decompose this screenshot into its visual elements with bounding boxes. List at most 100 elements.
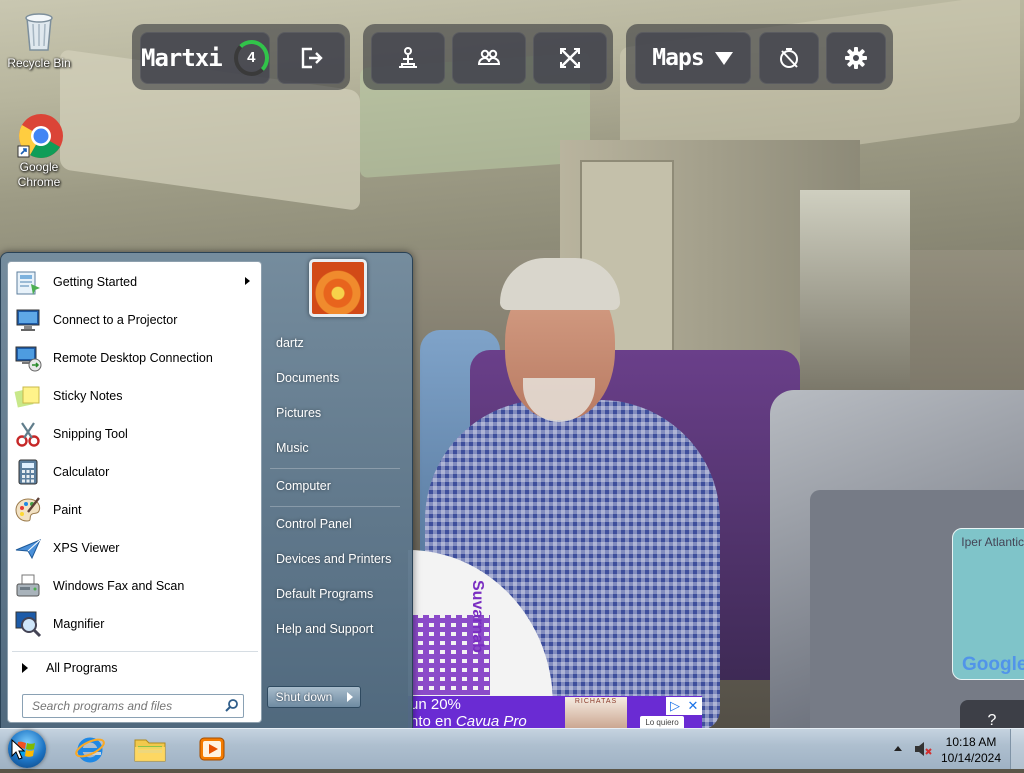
logout-icon: [301, 47, 323, 69]
help-button[interactable]: ?: [960, 700, 1024, 730]
toolbar-mode-group: [363, 24, 613, 90]
program-snipping-tool[interactable]: Snipping Tool: [12, 416, 258, 452]
ad-close-icon[interactable]: ✕: [684, 697, 702, 715]
start-search-box[interactable]: [22, 694, 244, 718]
chevron-down-icon: [714, 52, 733, 65]
compass-off-icon: [780, 48, 798, 68]
level-badge: 4: [233, 40, 269, 76]
taskbar-file-explorer[interactable]: [128, 732, 172, 766]
file-explorer-icon: [134, 739, 166, 762]
search-input[interactable]: [30, 695, 224, 717]
desktop-icon-label: Recycle Bin: [7, 56, 71, 70]
remote-desktop-icon: [12, 342, 44, 374]
settings-button[interactable]: [826, 32, 886, 84]
snipping-tool-icon: [12, 418, 44, 450]
submenu-arrow-icon: [245, 277, 250, 285]
magnifier-icon: [12, 608, 44, 640]
calculator-icon: [12, 456, 44, 488]
program-connect-to-projector[interactable]: Connect to a Projector: [12, 302, 258, 338]
show-desktop-button[interactable]: [1010, 729, 1024, 769]
volume-muted-icon[interactable]: [914, 741, 932, 762]
shutdown-options-button[interactable]: [340, 686, 361, 708]
start-link-computer[interactable]: Computer: [276, 479, 331, 493]
internet-explorer-icon: [75, 737, 105, 763]
fax-scan-icon: [12, 570, 44, 602]
program-paint[interactable]: Paint: [12, 492, 258, 528]
taskbar-internet-explorer[interactable]: [68, 732, 112, 766]
ad-info-icon[interactable]: ▷: [666, 697, 684, 715]
start-link-default-programs[interactable]: Default Programs: [276, 587, 373, 601]
paint-icon: [12, 494, 44, 526]
taskbar-media-player[interactable]: [190, 732, 234, 766]
logout-button[interactable]: [277, 32, 345, 84]
program-label: XPS Viewer: [53, 541, 120, 555]
person-hair: [500, 258, 620, 310]
program-label: Remote Desktop Connection: [53, 351, 213, 365]
program-label: Windows Fax and Scan: [53, 579, 185, 593]
clock-date: 10/14/2024: [940, 751, 1002, 765]
search-icon: [225, 698, 239, 715]
program-label: Calculator: [53, 465, 110, 479]
sticky-notes-icon: [12, 380, 44, 412]
user-profile-button[interactable]: Martxi 4: [140, 32, 270, 84]
program-calculator[interactable]: Calculator: [12, 454, 258, 490]
start-link-devices-printers[interactable]: Devices and Printers: [276, 552, 391, 566]
program-getting-started[interactable]: Getting Started: [12, 264, 258, 300]
arrow-right-icon: [22, 663, 28, 673]
toolbar-map-group: Maps: [626, 24, 893, 90]
divider: [270, 506, 400, 507]
desktop-icon-recycle-bin[interactable]: Recycle Bin: [1, 8, 77, 71]
group-icon: [477, 49, 501, 65]
mouse-cursor-icon: [11, 739, 25, 760]
toolbar-user-group: Martxi 4: [132, 24, 350, 90]
chrome-icon: [17, 112, 63, 158]
maps-dropdown[interactable]: Maps: [635, 32, 751, 84]
program-label: Snipping Tool: [53, 427, 128, 441]
start-link-help-support[interactable]: Help and Support: [276, 622, 373, 636]
user-account-picture[interactable]: [309, 259, 367, 317]
system-clock[interactable]: 10:18 AM 10/14/2024: [940, 734, 1002, 766]
start-link-user[interactable]: dartz: [276, 336, 304, 350]
start-link-music[interactable]: Music: [276, 441, 309, 455]
program-label: Sticky Notes: [53, 389, 123, 403]
battle-mode-button[interactable]: [533, 32, 607, 84]
galley-equipment: [800, 190, 910, 390]
taskbar: 10:18 AM 10/14/2024: [0, 728, 1024, 769]
person-pin-button[interactable]: [371, 32, 445, 84]
media-player-icon: [199, 737, 225, 761]
all-programs-label: All Programs: [46, 661, 118, 675]
getting-started-icon: [12, 266, 44, 298]
program-windows-fax-scan[interactable]: Windows Fax and Scan: [12, 568, 258, 604]
minimap-label: Iper Atlantic: [961, 535, 1024, 549]
gear-icon: [845, 47, 867, 69]
start-link-pictures[interactable]: Pictures: [276, 406, 321, 420]
show-hidden-icons-button[interactable]: [894, 746, 902, 751]
shutdown-button[interactable]: Shut down: [267, 686, 341, 708]
projector-icon: [12, 304, 44, 336]
ad-line1: un 20%: [410, 696, 461, 713]
group-button[interactable]: [452, 32, 526, 84]
ad-text: un 20% nto en Cavua Pro: [410, 696, 527, 730]
divider: [270, 468, 400, 469]
person-pin-icon: [399, 47, 417, 68]
desktop-icon-google-chrome[interactable]: Google Chrome: [1, 112, 77, 190]
google-logo: Google: [962, 654, 1024, 675]
program-remote-desktop[interactable]: Remote Desktop Connection: [12, 340, 258, 376]
program-label: Getting Started: [53, 275, 138, 289]
ad-image-label: RICHATAS: [574, 698, 618, 705]
xps-viewer-icon: [12, 532, 44, 564]
start-menu: Getting Started Connect to a Projector R…: [0, 252, 413, 730]
cross-arrows-icon: [560, 48, 580, 68]
start-link-control-panel[interactable]: Control Panel: [276, 517, 352, 531]
all-programs-button[interactable]: All Programs: [16, 654, 256, 682]
recycle-bin-icon: [17, 8, 61, 52]
program-xps-viewer[interactable]: XPS Viewer: [12, 530, 258, 566]
maps-label: Maps: [652, 45, 704, 71]
start-link-documents[interactable]: Documents: [276, 371, 339, 385]
compass-off-button[interactable]: [759, 32, 819, 84]
username-label: Martxi: [141, 44, 223, 72]
level-count: 4: [247, 49, 256, 66]
program-label: Paint: [53, 503, 82, 517]
program-sticky-notes[interactable]: Sticky Notes: [12, 378, 258, 414]
program-magnifier[interactable]: Magnifier: [12, 606, 258, 642]
